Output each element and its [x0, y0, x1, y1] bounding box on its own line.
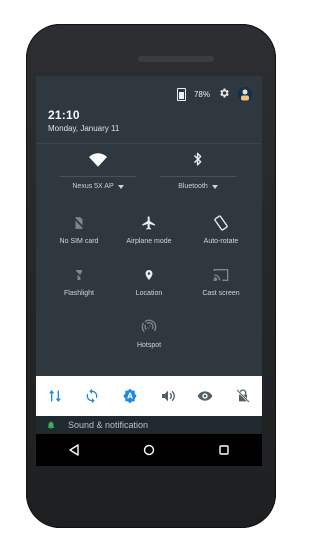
tile-label: No SIM card [59, 238, 99, 245]
no-sim-icon [73, 217, 85, 229]
data-transfer-toggle[interactable] [43, 384, 67, 408]
earpiece-speaker [138, 56, 214, 62]
status-bar: 78% [176, 86, 252, 102]
tile-label: Auto-rotate [203, 238, 239, 245]
battery-icon [176, 87, 186, 101]
home-button[interactable] [137, 438, 161, 462]
wifi-network-label: Nexus 5X AP [72, 183, 114, 190]
settings-row-label: Sound & notification [68, 420, 149, 430]
location-icon [145, 270, 153, 280]
tile-hotspot[interactable]: Hotspot [114, 318, 184, 349]
tile-auto-rotate[interactable]: Auto-rotate [186, 214, 256, 245]
notification-shade: 78% 21:10 Monday, January 11 Nexus 5X AP [36, 76, 262, 376]
user-avatar[interactable] [238, 87, 252, 101]
settings-gear-icon[interactable] [218, 87, 230, 101]
tile-label: Airplane mode [126, 238, 172, 245]
header-divider [36, 143, 262, 144]
lock-rotation-toggle[interactable] [231, 384, 255, 408]
tile-location[interactable]: Location [114, 266, 184, 297]
wifi-network-dropdown[interactable]: Nexus 5X AP [60, 176, 136, 190]
volume-toggle[interactable] [156, 384, 180, 408]
volume-icon [161, 390, 175, 402]
home-circle-icon [143, 444, 155, 456]
eye-toggle[interactable] [193, 384, 217, 408]
sync-toggle[interactable] [80, 384, 104, 408]
flashlight-icon [74, 270, 84, 280]
hotspot-icon [141, 319, 157, 334]
chevron-down-icon [211, 184, 218, 189]
settings-row-sound[interactable]: Sound & notification [36, 416, 262, 434]
data-transfer-icon [48, 390, 61, 402]
bottom-toggle-bar [36, 376, 262, 416]
tile-label: Hotspot [136, 342, 162, 349]
tile-no-sim[interactable]: No SIM card [44, 214, 114, 245]
bluetooth-icon [193, 152, 202, 166]
eye-icon [198, 391, 213, 401]
phone-screen: 78% 21:10 Monday, January 11 Nexus 5X AP [36, 76, 262, 466]
tile-flashlight[interactable]: Flashlight [44, 266, 114, 297]
wifi-tile[interactable]: Nexus 5X AP [60, 150, 136, 190]
tile-label: Cast screen [202, 290, 240, 297]
bluetooth-dropdown[interactable]: Bluetooth [160, 176, 236, 190]
clock-time: 21:10 [48, 108, 80, 122]
back-button[interactable] [62, 438, 86, 462]
wifi-icon [89, 153, 107, 167]
tile-label: Flashlight [64, 290, 94, 297]
tile-cast-screen[interactable]: Cast screen [186, 266, 256, 297]
sync-icon [87, 388, 98, 404]
auto-rotate-icon [214, 215, 228, 231]
back-triangle-icon [68, 444, 79, 456]
auto-brightness-toggle[interactable] [118, 384, 142, 408]
bluetooth-label: Bluetooth [178, 183, 208, 190]
bell-icon [47, 421, 55, 430]
recents-square-icon [219, 445, 230, 455]
battery-percent: 78% [193, 89, 210, 99]
cast-icon [213, 269, 229, 281]
chevron-down-icon [117, 184, 124, 189]
lock-rotation-icon [236, 389, 250, 403]
date-label: Monday, January 11 [48, 124, 120, 133]
tile-label: Location [135, 290, 163, 297]
tile-airplane-mode[interactable]: Airplane mode [114, 214, 184, 245]
recents-button[interactable] [212, 438, 236, 462]
airplane-icon [142, 216, 155, 230]
auto-brightness-icon [123, 388, 137, 404]
bluetooth-tile[interactable]: Bluetooth [160, 150, 236, 190]
navigation-bar [36, 434, 262, 466]
